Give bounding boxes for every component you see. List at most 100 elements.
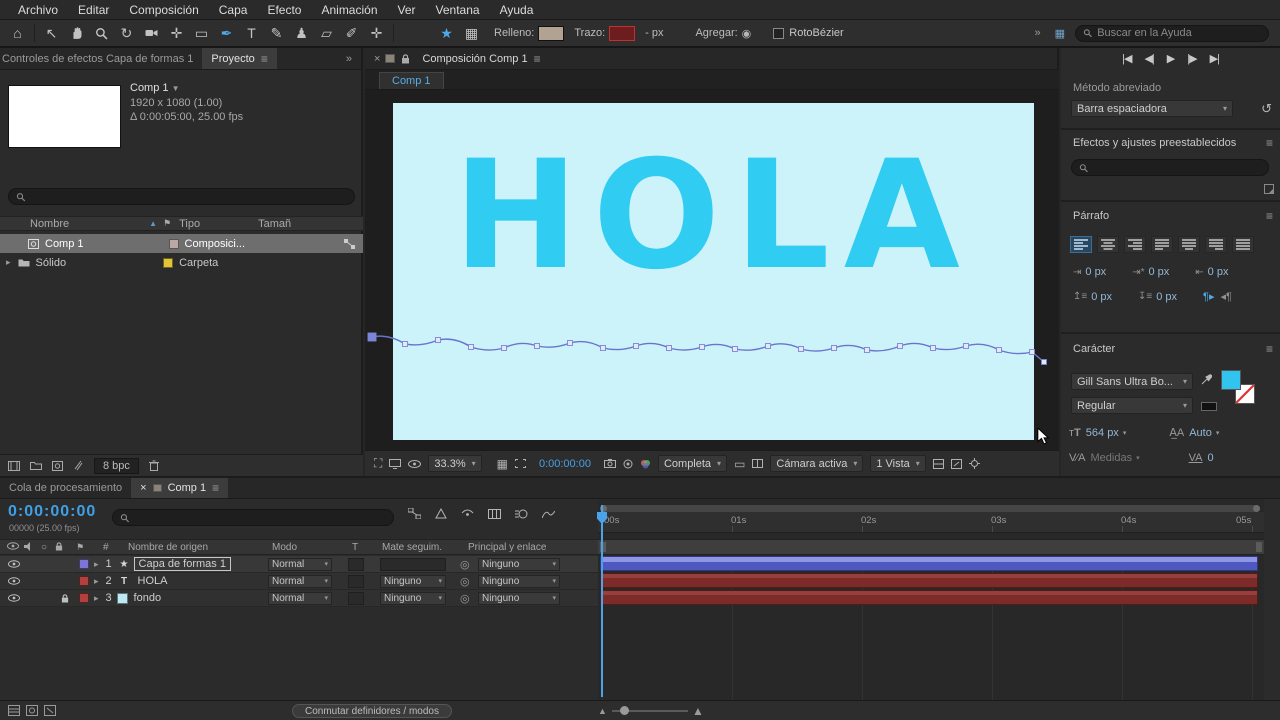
project-search-box[interactable] — [8, 188, 355, 205]
time-ruler[interactable]: 00s 01s 02s 03s 04s 05s — [598, 512, 1264, 533]
time-navigator[interactable] — [600, 505, 1260, 512]
solo-column-icon[interactable]: ○ — [41, 542, 47, 553]
play-button[interactable]: ▶ — [1167, 52, 1176, 65]
new-composition-icon[interactable] — [52, 460, 63, 471]
camera-dropdown[interactable]: Cámara activa ▾ — [770, 455, 864, 472]
zoom-out-mountain-icon[interactable]: ▲ — [598, 706, 607, 716]
menu-capa[interactable]: Capa — [209, 3, 258, 17]
motion-blur-icon[interactable] — [515, 508, 528, 519]
tab-timeline-comp1[interactable]: × Comp 1 ≡ — [131, 478, 229, 498]
brush-tool-icon[interactable]: ✎ — [264, 21, 289, 45]
panel-corner-icon[interactable] — [1264, 184, 1274, 194]
blend-mode-dropdown[interactable]: Normal ▾ — [268, 557, 332, 571]
layer-bar-shape[interactable] — [600, 556, 1258, 571]
panel-menu-icon[interactable]: ≡ — [1266, 209, 1273, 223]
menu-editar[interactable]: Editar — [68, 3, 119, 17]
clone-stamp-tool-icon[interactable]: ♟ — [289, 21, 314, 45]
expand-layer-switches-icon[interactable] — [8, 705, 20, 716]
close-tab-icon[interactable]: × — [365, 48, 383, 69]
panel-menu-icon[interactable]: ≡ — [212, 481, 219, 495]
label-column-icon[interactable]: ⚑ — [76, 542, 84, 553]
pickwhip-icon[interactable]: ◎ — [460, 558, 470, 571]
eraser-tool-icon[interactable]: ▱ — [314, 21, 339, 45]
project-item-comp1[interactable]: Comp 1 Composici... — [0, 234, 363, 253]
label-column-icon[interactable]: ⚑ — [163, 218, 171, 229]
video-column-icon[interactable] — [7, 542, 19, 550]
interpret-footage-icon[interactable] — [8, 460, 20, 471]
text-direction-rtl-icon[interactable]: ◂¶ — [1220, 290, 1231, 303]
menu-efecto[interactable]: Efecto — [257, 3, 311, 17]
previous-frame-button[interactable]: ◀| — [1144, 52, 1154, 65]
current-time-indicator[interactable] — [597, 505, 607, 697]
composition-viewer[interactable]: HOLA — [365, 90, 1059, 450]
label-color-chip[interactable] — [163, 257, 174, 268]
reset-icon[interactable]: ↺ — [1261, 101, 1272, 117]
space-before-field[interactable]: ↥≡ 0 px — [1073, 291, 1112, 303]
parent-column-header[interactable]: Principal y enlace — [468, 542, 546, 553]
adjust-render-settings-icon[interactable] — [73, 460, 84, 471]
align-right-button[interactable] — [1124, 236, 1147, 253]
layer-row-2[interactable]: ▸ 2 T HOLA Normal ▾ Ninguno ▾ ◎ Ninguno … — [0, 573, 598, 590]
first-frame-button[interactable]: |◀ — [1122, 52, 1132, 65]
new-folder-icon[interactable] — [30, 461, 42, 470]
tab-composition[interactable]: Composición Comp 1 ≡ — [413, 48, 549, 69]
goto-time-icon[interactable] — [950, 458, 962, 469]
indent-left-field[interactable]: ⇥ 0 px — [1073, 266, 1106, 278]
rotobezier-checkbox[interactable] — [773, 27, 785, 39]
rotobezier-option[interactable]: RotoBézier — [773, 27, 844, 39]
pen-tool-icon[interactable]: ✒ — [214, 21, 239, 45]
rotation-tool-icon[interactable]: ↻ — [114, 21, 139, 45]
track-matte-dropdown[interactable]: Ninguno ▾ — [380, 574, 446, 588]
help-search-box[interactable] — [1075, 24, 1269, 42]
trash-icon[interactable] — [148, 460, 159, 471]
align-left-button[interactable] — [1070, 236, 1092, 253]
project-item-solido[interactable]: ▸ Sólido Carpeta — [0, 253, 363, 272]
justify-all-button[interactable] — [1232, 236, 1255, 253]
roto-brush-tool-icon[interactable]: ✐ — [339, 21, 364, 45]
set-black-chip[interactable] — [1201, 402, 1217, 411]
effects-search-box[interactable] — [1071, 159, 1269, 176]
track-matte-dropdown[interactable] — [380, 557, 446, 571]
twirl-icon[interactable]: ▸ — [94, 559, 99, 570]
pickwhip-icon[interactable]: ◎ — [460, 592, 470, 605]
next-frame-button[interactable]: |▶ — [1187, 52, 1197, 65]
preserve-transparency-toggle[interactable] — [348, 591, 364, 605]
viewer-tab-comp1[interactable]: Comp 1 — [379, 72, 444, 89]
twirl-icon[interactable]: ▸ — [94, 576, 99, 587]
magnification-dropdown[interactable]: 33.3% ▾ — [428, 455, 482, 472]
view-layout-dropdown[interactable]: 1 Vista ▾ — [870, 455, 926, 472]
menu-ventana[interactable]: Ventana — [426, 3, 490, 17]
text-direction-ltr-icon[interactable]: ¶▸ — [1203, 290, 1214, 303]
camera-tool-icon[interactable] — [139, 21, 164, 45]
justify-last-right-button[interactable] — [1205, 236, 1228, 253]
composition-canvas[interactable]: HOLA — [393, 103, 1034, 440]
blend-mode-dropdown[interactable]: Normal ▾ — [268, 591, 332, 605]
label-color-chip[interactable] — [79, 559, 89, 569]
expand-inout-columns-icon[interactable] — [44, 705, 56, 716]
comp-flowchart-icon[interactable] — [344, 238, 355, 249]
panel-menu-icon[interactable]: ≡ — [1266, 136, 1273, 150]
timeline-zoom-knob[interactable] — [620, 706, 629, 715]
hand-tool-icon[interactable] — [64, 21, 89, 45]
panel-menu-icon[interactable]: ≡ — [534, 52, 541, 66]
twirl-icon[interactable]: ▸ — [6, 257, 11, 268]
preserve-transparency-toggle[interactable] — [348, 574, 364, 588]
shy-layers-icon[interactable] — [461, 508, 474, 519]
parent-dropdown[interactable]: Ninguno ▾ — [478, 574, 560, 588]
rectangle-tool-icon[interactable]: ▭ — [189, 21, 214, 45]
preview-eye-icon[interactable] — [408, 459, 422, 468]
workspace-icon[interactable]: ▦ — [1055, 27, 1065, 40]
snapshot-icon[interactable] — [603, 459, 616, 468]
toolbar-overflow-icon[interactable]: » — [1034, 27, 1040, 39]
preserve-transparency-toggle[interactable] — [348, 557, 364, 571]
blend-mode-dropdown[interactable]: Normal ▾ — [268, 574, 332, 588]
track-matte-dropdown[interactable]: Ninguno ▾ — [380, 591, 446, 605]
pixel-aspect-icon[interactable] — [752, 459, 764, 468]
eye-icon[interactable] — [5, 577, 22, 585]
pan-behind-tool-icon[interactable]: ✛ — [164, 21, 189, 45]
resolution-dropdown[interactable]: Completa ▾ — [657, 455, 728, 472]
column-name[interactable]: Nombre — [30, 218, 69, 230]
mode-column-header[interactable]: Modo — [272, 542, 297, 553]
menu-animacion[interactable]: Animación — [311, 3, 387, 17]
indent-first-field[interactable]: ⇥* 0 px — [1132, 266, 1169, 278]
